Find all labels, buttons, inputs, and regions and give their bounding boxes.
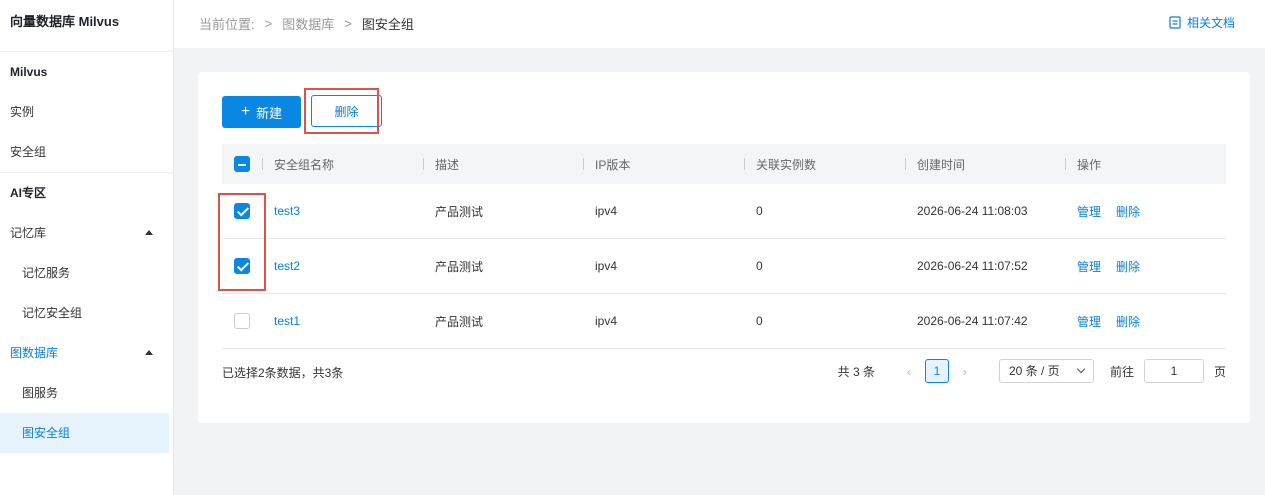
table-row: test3 产品测试 ipv4 0 2026-06-24 11:08:03 管理… (222, 184, 1226, 239)
header: 当前位置: > 图数据库 > 图安全组 相关文档 (174, 0, 1265, 48)
sidebar-item-instance[interactable]: 实例 (0, 92, 173, 132)
row-count: 0 (756, 314, 763, 328)
pagination-total: 共 3 条 (837, 364, 875, 379)
row-ip: ipv4 (595, 314, 618, 328)
goto-label: 前往 (1109, 364, 1134, 379)
sidebar-item-graph-db-label: 图数据库 (10, 346, 59, 360)
row-manage-link[interactable]: 管理 (1077, 203, 1101, 220)
sidebar-item-graph-service[interactable]: 图服务 (0, 373, 173, 413)
security-group-table: 安全组名称 描述 IP版本 关联实例数 创建时间 操作 test3 产品测试 i… (222, 144, 1226, 349)
row-created: 2026-06-24 11:07:42 (917, 314, 1028, 328)
row-ip: ipv4 (595, 259, 618, 273)
new-button-label: 新建 (256, 105, 283, 121)
row-delete-link[interactable]: 删除 (1116, 203, 1140, 220)
chevron-left-icon[interactable]: ‹ (899, 364, 919, 379)
sidebar-item-graph-db[interactable]: 图数据库 (0, 333, 173, 373)
row-created: 2026-06-24 11:08:03 (917, 204, 1028, 218)
table-header: 安全组名称 描述 IP版本 关联实例数 创建时间 操作 (222, 144, 1226, 184)
row-manage-link[interactable]: 管理 (1077, 313, 1101, 330)
select-all-checkbox[interactable] (234, 156, 250, 172)
sidebar-section-milvus: Milvus (10, 65, 48, 79)
page-size-value: 20 条 / 页 (1008, 364, 1060, 378)
document-icon (1169, 16, 1181, 29)
sidebar-item-graph-security-group[interactable]: 图安全组 (0, 413, 169, 453)
row-count: 0 (756, 259, 763, 273)
brand-title: 向量数据库 Milvus (0, 0, 173, 52)
pagination-page-current[interactable]: 1 (924, 359, 949, 383)
row-count: 0 (756, 204, 763, 218)
row-name-link[interactable]: test1 (274, 314, 300, 328)
row-manage-link[interactable]: 管理 (1077, 258, 1101, 275)
related-docs-link[interactable]: 相关文档 (1169, 14, 1235, 31)
page-suffix-label: 页 (1213, 364, 1226, 379)
column-header-name: 安全组名称 (274, 157, 335, 172)
pagination: 共 3 条 ‹ 1 › 20 条 / 页 前往 页 (838, 359, 1226, 383)
caret-up-icon (145, 350, 153, 355)
row-checkbox[interactable] (234, 313, 250, 329)
row-checkbox[interactable] (234, 258, 250, 274)
row-delete-link[interactable]: 删除 (1116, 313, 1140, 330)
selection-info: 已选择2条数据，共3条 (222, 366, 344, 380)
sidebar-section-ai-zone: AI专区 (10, 186, 47, 200)
row-desc: 产品测试 (435, 204, 484, 219)
row-checkbox[interactable] (234, 203, 250, 219)
breadcrumb-prefix: 当前位置: (199, 17, 255, 32)
row-ip: ipv4 (595, 204, 618, 218)
chevron-right-icon[interactable]: › (955, 364, 975, 379)
table-row: test1 产品测试 ipv4 0 2026-06-24 11:07:42 管理… (222, 294, 1226, 349)
column-header-count: 关联实例数 (756, 157, 817, 172)
content-card: + 新建 删除 安全组名称 描述 IP版本 关联实例数 创建时间 操作 test… (198, 72, 1250, 423)
chevron-right-icon: > (264, 16, 273, 31)
sidebar-item-security-group[interactable]: 安全组 (0, 132, 173, 172)
column-header-desc: 描述 (435, 157, 460, 172)
sidebar-item-memory-label: 记忆库 (10, 226, 47, 240)
table-row: test2 产品测试 ipv4 0 2026-06-24 11:07:52 管理… (222, 239, 1226, 294)
chevron-right-icon: > (344, 16, 352, 31)
breadcrumb: 当前位置: > 图数据库 > 图安全组 (199, 14, 414, 33)
delete-button[interactable]: 删除 (311, 95, 382, 127)
goto-page-input[interactable] (1143, 359, 1204, 383)
row-created: 2026-06-24 11:07:52 (917, 259, 1028, 273)
related-docs-label: 相关文档 (1186, 16, 1235, 30)
sidebar: 向量数据库 Milvus Milvus 实例 安全组 AI专区 记忆库 记忆服务… (0, 0, 174, 495)
column-header-actions: 操作 (1077, 157, 1102, 172)
row-desc: 产品测试 (435, 259, 484, 274)
plus-icon: + (240, 103, 251, 120)
page-size-select[interactable]: 20 条 / 页 (998, 359, 1094, 383)
row-desc: 产品测试 (435, 314, 484, 329)
breadcrumb-current: 图安全组 (361, 17, 414, 32)
row-name-link[interactable]: test2 (274, 259, 300, 273)
sidebar-item-memory-service[interactable]: 记忆服务 (0, 253, 173, 293)
caret-up-icon (145, 230, 153, 235)
new-button[interactable]: + 新建 (222, 96, 301, 128)
breadcrumb-parent[interactable]: 图数据库 (282, 14, 334, 33)
column-header-ip: IP版本 (595, 157, 631, 172)
row-name-link[interactable]: test3 (274, 204, 300, 218)
chevron-down-icon (1076, 364, 1086, 374)
sidebar-item-memory-security-group[interactable]: 记忆安全组 (0, 293, 173, 333)
sidebar-item-memory[interactable]: 记忆库 (0, 213, 173, 253)
column-header-created: 创建时间 (917, 157, 966, 172)
row-delete-link[interactable]: 删除 (1116, 258, 1140, 275)
